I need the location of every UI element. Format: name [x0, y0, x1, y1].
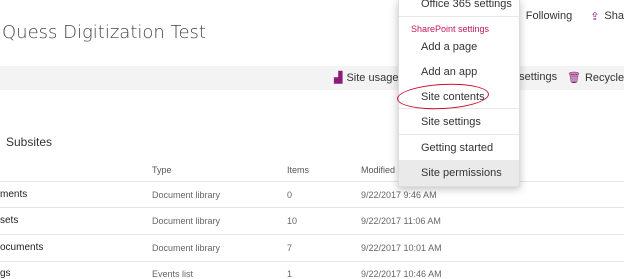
row-items: 1: [287, 269, 293, 279]
row-type: Events list: [152, 269, 194, 279]
menu-section-label: SharePoint settings: [411, 24, 490, 34]
share-button[interactable]: ⇪ Sha: [590, 9, 624, 23]
site-usage-label: Site usage: [346, 71, 399, 84]
row-items: 10: [287, 216, 298, 226]
subsites-link[interactable]: Subsites: [6, 135, 52, 149]
row-modified: 9/22/2017 11:06 AM: [361, 216, 441, 226]
divider: [0, 207, 624, 208]
share-icon: ⇪: [590, 10, 600, 23]
column-header-items[interactable]: Items: [287, 165, 309, 175]
chart-icon: ▟: [334, 72, 343, 84]
row-modified: 9/22/2017 10:46 AM: [361, 269, 442, 279]
row-modified: 9/22/2017 10:01 AM: [361, 243, 442, 253]
column-header-type[interactable]: Type: [152, 165, 172, 175]
divider: [0, 261, 624, 262]
divider: [0, 181, 624, 182]
site-title: Quess Digitization Test: [2, 22, 206, 43]
follow-label: Following: [525, 10, 573, 22]
divider: [0, 234, 624, 235]
recycle-bin-button[interactable]: 🗑 Recycle bin: [567, 71, 624, 85]
trash-icon: 🗑: [567, 72, 581, 84]
settings-menu: Office 365 settings SharePoint settings …: [398, 0, 520, 187]
divider: [399, 108, 519, 109]
row-name-link[interactable]: gs: [0, 268, 11, 279]
menu-site-permissions[interactable]: Site permissions: [399, 160, 519, 186]
command-bar: ▟ Site usage e settings 🗑 Recycle bin: [0, 66, 624, 90]
row-name-link[interactable]: ocuments: [0, 242, 43, 253]
row-type: Document library: [152, 216, 221, 226]
column-header-modified[interactable]: Modified: [361, 165, 395, 175]
row-name-link[interactable]: sets: [0, 215, 18, 226]
site-usage-button[interactable]: ▟ Site usage: [334, 71, 399, 85]
divider: [399, 134, 519, 135]
recycle-bin-label: Recycle bin: [584, 71, 624, 84]
row-modified: 9/22/2017 9:46 AM: [361, 190, 437, 200]
top-actions: ★ Following ⇪ Sha: [510, 9, 624, 23]
row-type: Document library: [152, 243, 221, 253]
row-items: 0: [287, 190, 293, 200]
row-name-link[interactable]: ments: [0, 189, 27, 200]
row-items: 7: [287, 243, 293, 253]
share-label: Sha: [604, 10, 624, 22]
divider: [399, 16, 519, 17]
row-type: Document library: [152, 190, 221, 200]
